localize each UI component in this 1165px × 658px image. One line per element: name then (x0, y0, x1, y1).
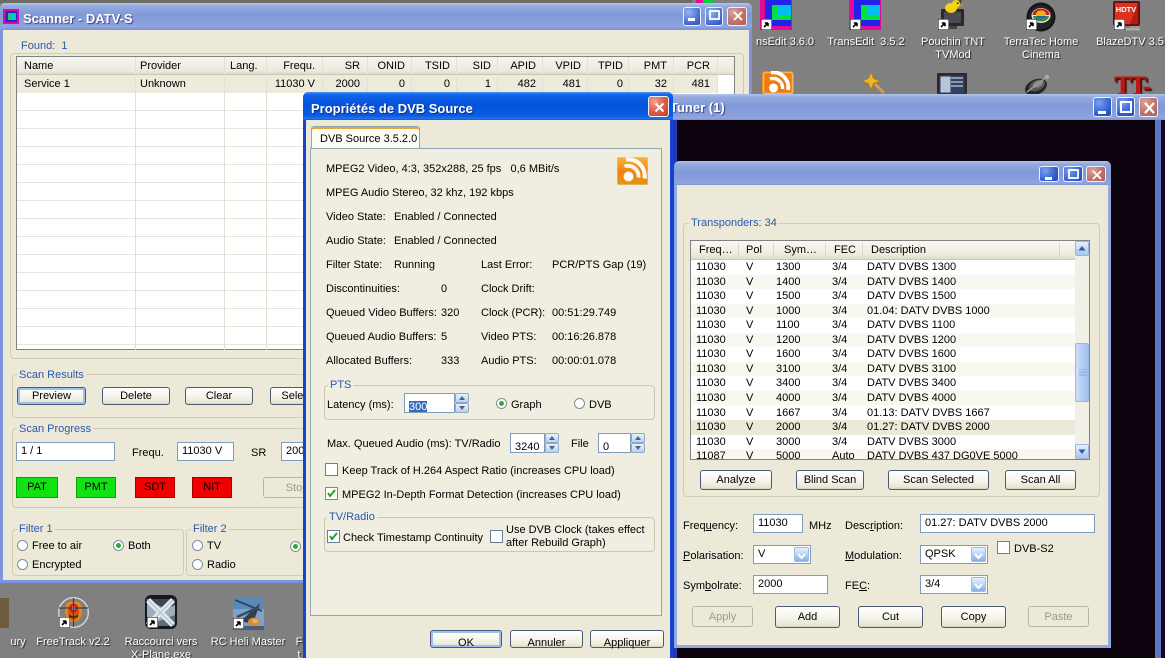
svg-text:HDTV: HDTV (1116, 5, 1136, 14)
